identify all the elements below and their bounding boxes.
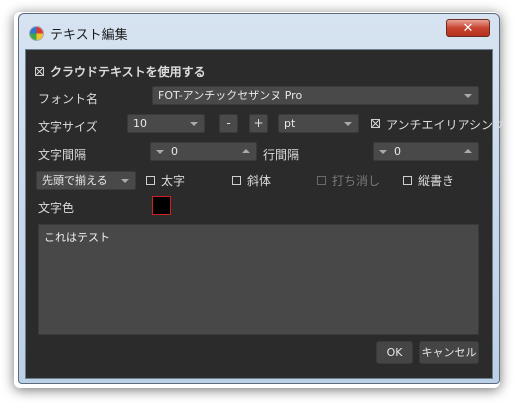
cloud-text-label: クラウドテキストを使用する	[50, 65, 206, 79]
font-name-value: FOT-アンチックセザンヌ Pro	[158, 89, 303, 102]
title-bar[interactable]: テキスト編集 ✕	[19, 14, 499, 48]
chevron-down-icon	[344, 122, 352, 126]
vertical-writing-label: 縦書き	[418, 174, 455, 188]
font-size-unit-value: pt	[284, 117, 296, 130]
window-title: テキスト編集	[50, 28, 128, 43]
cancel-button[interactable]: キャンセル	[419, 341, 479, 364]
bold-checkbox[interactable]	[146, 176, 155, 185]
font-size-increase-button[interactable]: +	[249, 114, 268, 133]
dialog-body: クラウドテキストを使用する フォント名 FOT-アンチックセザンヌ Pro 文字…	[25, 49, 505, 379]
text-content-area[interactable]: これはテスト	[38, 224, 479, 335]
vertical-writing-checkbox[interactable]	[403, 176, 412, 185]
ok-button[interactable]: OK	[376, 341, 413, 364]
text-edit-dialog: テキスト編集 ✕ クラウドテキストを使用する フォント名 FOT-アンチックセザ…	[18, 13, 505, 384]
font-size-label: 文字サイズ	[38, 120, 98, 134]
spin-up-icon[interactable]	[242, 149, 250, 153]
spin-down-icon[interactable]	[379, 150, 387, 154]
antialias-checkbox[interactable]	[371, 119, 380, 128]
strikethrough-checkbox	[317, 176, 326, 185]
text-color-label: 文字色	[38, 201, 75, 215]
line-spacing-spinner[interactable]: 0	[373, 142, 479, 161]
app-icon	[30, 27, 43, 40]
font-size-value: 10	[133, 117, 147, 130]
alignment-value: 先頭で揃える	[42, 174, 108, 187]
line-spacing-value: 0	[394, 145, 401, 158]
chevron-down-icon	[464, 94, 472, 98]
close-button[interactable]: ✕	[446, 19, 490, 37]
char-spacing-label: 文字間隔	[38, 148, 87, 162]
line-spacing-label: 行間隔	[263, 148, 300, 162]
spin-down-icon[interactable]	[156, 150, 164, 154]
font-size-select[interactable]: 10	[127, 114, 205, 133]
char-spacing-value: 0	[171, 145, 178, 158]
chevron-down-icon	[121, 179, 129, 183]
font-name-select[interactable]: FOT-アンチックセザンヌ Pro	[152, 86, 479, 105]
text-color-swatch[interactable]	[152, 196, 171, 215]
font-size-decrease-button[interactable]: -	[219, 114, 238, 133]
antialias-label: アンチエイリアシング	[386, 118, 506, 132]
cloud-text-checkbox[interactable]	[35, 67, 44, 76]
spin-up-icon[interactable]	[464, 149, 472, 153]
font-name-label: フォント名	[38, 92, 99, 106]
strikethrough-label: 打ち消し	[332, 174, 381, 188]
alignment-select[interactable]: 先頭で揃える	[36, 171, 136, 190]
bold-label: 太字	[161, 174, 186, 188]
italic-label: 斜体	[247, 174, 272, 188]
italic-checkbox[interactable]	[232, 176, 241, 185]
char-spacing-spinner[interactable]: 0	[150, 142, 257, 161]
font-size-unit-select[interactable]: pt	[278, 114, 359, 133]
chevron-down-icon	[190, 122, 198, 126]
